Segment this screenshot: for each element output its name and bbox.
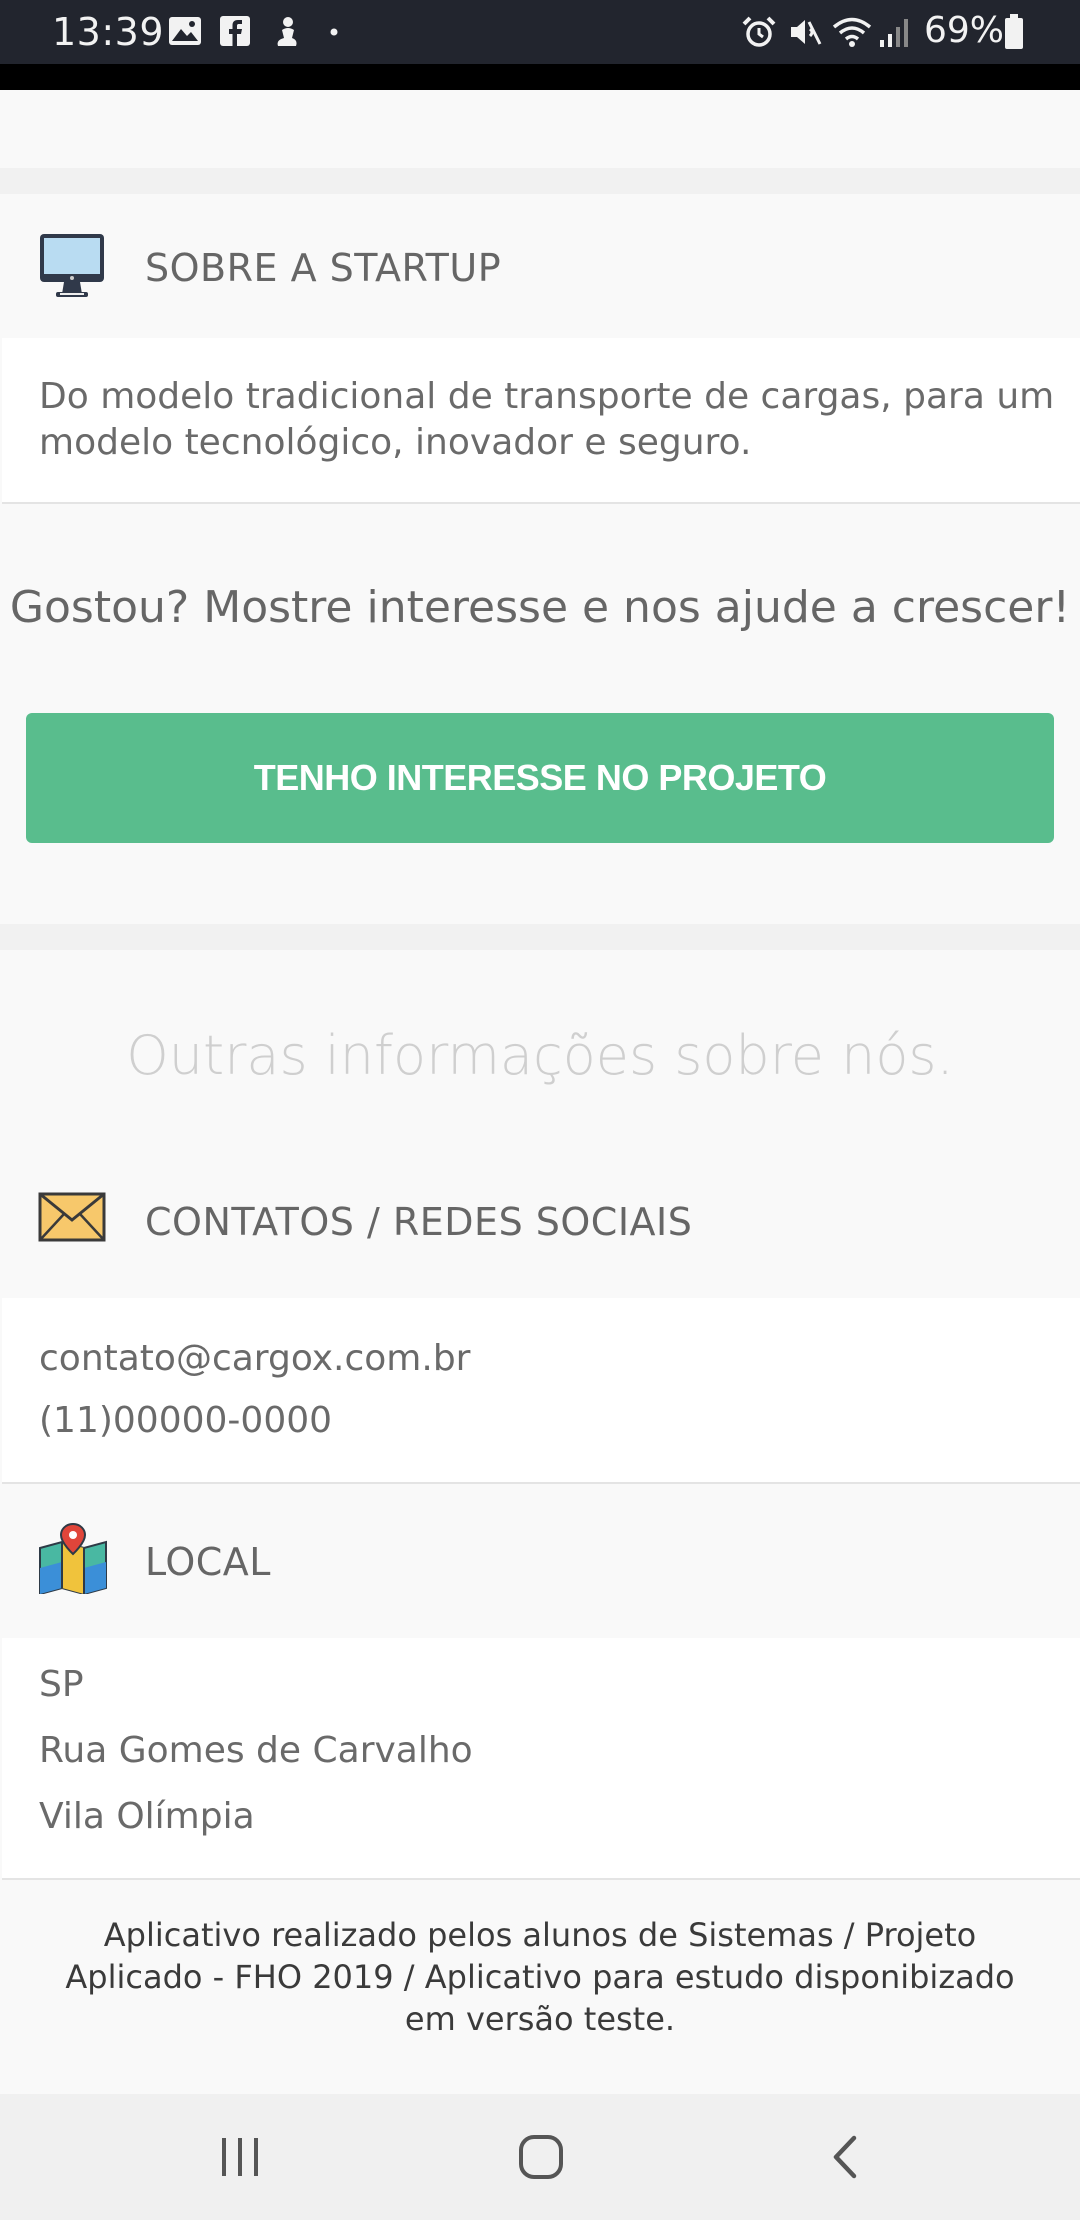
facebook-icon xyxy=(220,16,250,46)
other-info-title: Outras informações sobre nós. xyxy=(126,1024,954,1087)
contact-email[interactable]: contato@cargox.com.br xyxy=(39,1338,470,1379)
alarm-icon xyxy=(742,16,776,47)
dot-icon xyxy=(330,28,338,36)
contact-phone[interactable]: (11)00000-0000 xyxy=(39,1400,332,1441)
home-icon[interactable] xyxy=(516,2132,566,2182)
location-card: SP Rua Gomes de Carvalho Vila Olímpia xyxy=(2,1638,1080,1880)
section-divider xyxy=(0,168,1080,194)
wifi-icon xyxy=(832,17,872,47)
battery-icon xyxy=(1005,14,1023,49)
recent-apps-icon[interactable] xyxy=(218,2132,262,2182)
status-bar: 13:39 69% xyxy=(0,0,1080,64)
app-notification-icon xyxy=(277,17,297,46)
mute-icon xyxy=(791,20,822,45)
interest-button[interactable]: TENHO INTERESSE NO PROJETO xyxy=(26,713,1054,843)
about-description-line: Do modelo tradicional de transporte de c… xyxy=(39,376,1055,417)
envelope-icon xyxy=(38,1192,106,1242)
back-icon[interactable] xyxy=(826,2132,866,2182)
contacts-header: CONTATOS / REDES SOCIAIS xyxy=(0,1178,1080,1262)
about-heading: SOBRE A STARTUP xyxy=(145,246,502,290)
signal-icon xyxy=(880,19,908,47)
footer-text: Aplicativo realizado pelos alunos de Sis… xyxy=(65,1916,1015,2038)
location-heading: LOCAL xyxy=(145,1540,271,1584)
navigation-bar xyxy=(0,2094,1080,2220)
location-header: LOCAL xyxy=(0,1518,1080,1602)
battery-percentage: 69% xyxy=(924,10,1005,51)
status-bar-shadow xyxy=(0,64,1080,90)
location-state: SP xyxy=(39,1664,84,1705)
gallery-icon xyxy=(169,17,201,45)
interest-prompt: Gostou? Mostre interesse e nos ajude a c… xyxy=(9,582,1071,633)
about-header: SOBRE A STARTUP xyxy=(0,226,1080,310)
location-neighborhood: Vila Olímpia xyxy=(39,1796,255,1837)
contacts-heading: CONTATOS / REDES SOCIAIS xyxy=(145,1200,693,1244)
location-street: Rua Gomes de Carvalho xyxy=(39,1730,473,1771)
status-time: 13:39 xyxy=(52,10,165,54)
about-card: Do modelo tradicional de transporte de c… xyxy=(2,338,1080,504)
section-divider xyxy=(0,924,1080,950)
computer-icon xyxy=(40,234,104,297)
about-description-line: modelo tecnológico, inovador e seguro. xyxy=(39,422,752,463)
map-icon xyxy=(39,1522,107,1594)
contacts-card: contato@cargox.com.br (11)00000-0000 xyxy=(2,1298,1080,1484)
